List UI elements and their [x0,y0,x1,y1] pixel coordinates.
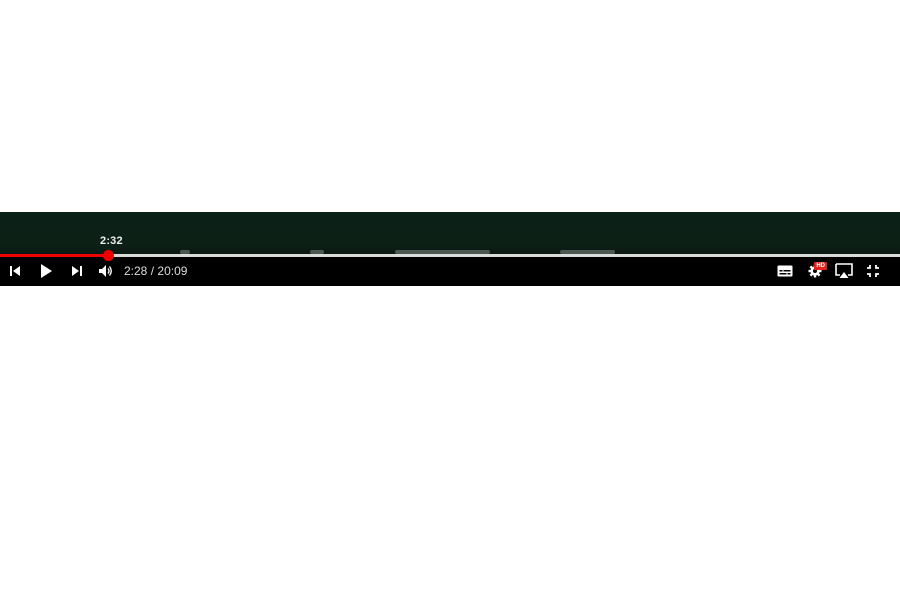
play-button[interactable] [35,261,57,281]
airplay-button[interactable] [833,261,855,281]
hd-badge: HD [814,262,827,270]
progress-played [0,254,108,257]
video-player[interactable]: 2:32 2:28 / 20:09 HD [0,212,900,286]
settings-icon: HD [807,262,827,279]
previous-icon [8,264,22,278]
subtitles-icon [777,265,793,277]
airplay-icon [835,263,853,279]
time-display: 2:28 / 20:09 [124,264,187,278]
subtitles-button[interactable] [774,261,796,281]
progress-track [0,254,900,257]
play-icon [39,263,53,279]
next-icon [70,264,84,278]
hover-time-tooltip: 2:32 [100,235,123,247]
settings-button[interactable]: HD [804,261,827,281]
next-button[interactable] [66,261,88,281]
exit-fullscreen-icon [866,264,880,278]
exit-fullscreen-button[interactable] [862,261,884,281]
duration: 20:09 [157,264,188,278]
progress-scrubber[interactable] [103,250,114,261]
time-separator: / [150,264,155,278]
page: 2:32 2:28 / 20:09 HD [0,0,900,600]
volume-icon [98,264,114,278]
previous-button[interactable] [4,261,26,281]
current-time: 2:28 [124,264,148,278]
video-frame[interactable] [0,212,900,258]
volume-button[interactable] [95,261,117,281]
progress-bar[interactable] [0,250,900,261]
